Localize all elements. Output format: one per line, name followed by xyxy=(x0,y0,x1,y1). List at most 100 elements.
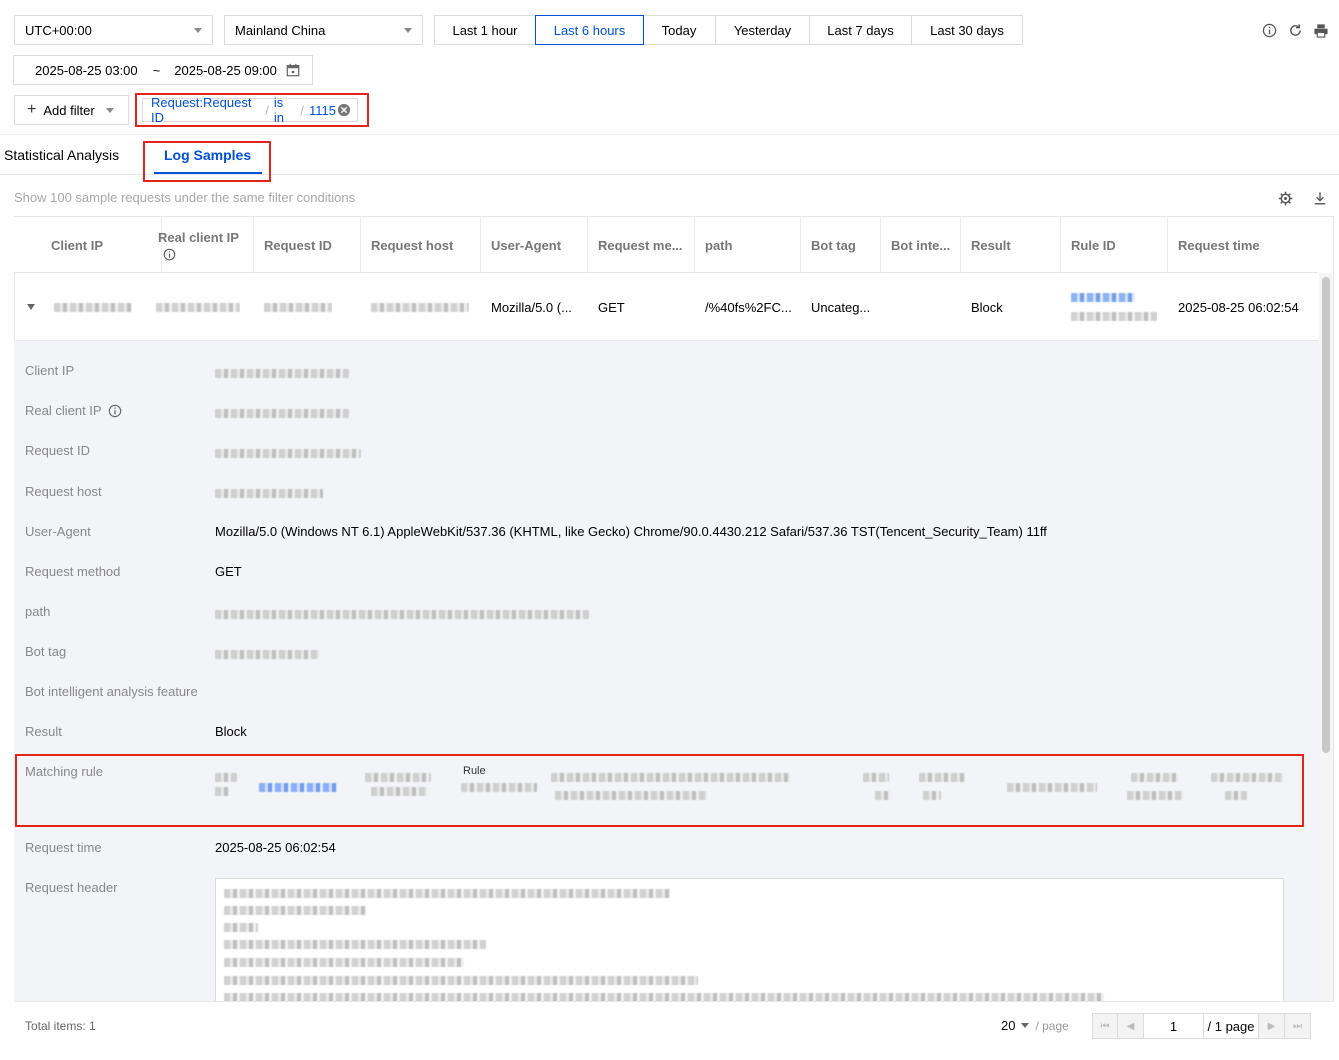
table-row[interactable]: Mozilla/5.0 (... GET /%40fs%2FC... Uncat… xyxy=(14,273,1318,341)
detail-value-request-host xyxy=(215,486,323,501)
timezone-select[interactable]: UTC+00:00 xyxy=(14,15,213,45)
filter-operator: is in xyxy=(273,95,284,125)
add-filter-button[interactable]: + Add filter xyxy=(14,95,129,125)
pagination: ⏮ ◀ 1 / 1 page ▶ ⏭ xyxy=(1092,1013,1311,1039)
download-icon[interactable] xyxy=(1312,190,1328,206)
range-yesterday[interactable]: Yesterday xyxy=(716,16,810,44)
last-page-icon[interactable]: ⏭ xyxy=(1285,1013,1311,1039)
per-page-label: / page xyxy=(1035,1018,1069,1033)
first-page-icon[interactable]: ⏮ xyxy=(1092,1013,1118,1039)
detail-value-user-agent: Mozilla/5.0 (Windows NT 6.1) AppleWebKit… xyxy=(215,524,1047,539)
tab-statistical-analysis[interactable]: Statistical Analysis xyxy=(4,147,119,163)
col-request-time[interactable]: Request time xyxy=(1168,217,1318,273)
detail-value-request-method: GET xyxy=(215,564,242,579)
tab-active-indicator xyxy=(154,172,262,174)
cell-real-client-ip xyxy=(146,273,240,341)
filter-field: Request:Request ID xyxy=(151,95,252,125)
col-bot-intelligent[interactable]: Bot inte... xyxy=(881,217,961,273)
page-size-select[interactable]: 20 / page xyxy=(1001,1018,1069,1033)
next-page-icon[interactable]: ▶ xyxy=(1259,1013,1285,1039)
tab-log-samples[interactable]: Log Samples xyxy=(164,147,251,163)
region-value: Mainland China xyxy=(235,22,326,38)
calendar-icon[interactable] xyxy=(286,63,300,77)
start-time: 2025-08-25 03:00 xyxy=(35,62,138,78)
detail-label-real-client-ip-text: Real client IP xyxy=(25,403,102,418)
filter-sep: / xyxy=(300,102,304,118)
request-header-box[interactable] xyxy=(215,878,1284,1001)
chevron-down-icon xyxy=(404,27,412,33)
range-last-1-hour[interactable]: Last 1 hour xyxy=(435,16,536,44)
detail-label-request-host: Request host xyxy=(25,484,102,499)
col-client-ip[interactable]: Client IP xyxy=(41,217,162,273)
detail-value-request-time: 2025-08-25 06:02:54 xyxy=(215,840,336,855)
cell-rule-id[interactable] xyxy=(1061,273,1157,341)
scrollbar-track[interactable] xyxy=(1319,273,1333,1001)
prev-page-icon[interactable]: ◀ xyxy=(1118,1013,1144,1039)
total-items: Total items: 1 xyxy=(25,1019,96,1033)
col-result[interactable]: Result xyxy=(961,217,1061,273)
sample-hint: Show 100 sample requests under the same … xyxy=(14,190,356,205)
col-real-client-ip[interactable]: Real client IP xyxy=(148,217,254,273)
cell-result: Block xyxy=(971,299,1003,315)
cell-bot-tag: Uncateg... xyxy=(811,299,871,315)
range-last-7-days[interactable]: Last 7 days xyxy=(810,16,912,44)
info-icon[interactable] xyxy=(1261,22,1277,38)
page-input[interactable]: 1 xyxy=(1144,1013,1204,1039)
info-icon[interactable] xyxy=(163,248,176,261)
row-detail-panel: Client IP Real client IP Request ID Requ… xyxy=(14,341,1319,1001)
scrollbar-thumb[interactable] xyxy=(1322,277,1330,753)
filter-sep: / xyxy=(265,102,269,118)
matching-rule-highlight-box xyxy=(15,754,1304,827)
detail-label-request-time: Request time xyxy=(25,840,102,855)
col-request-id[interactable]: Request ID xyxy=(254,217,361,273)
info-icon[interactable] xyxy=(108,404,122,418)
filter-value: 1115 xyxy=(309,102,336,118)
range-last-30-days[interactable]: Last 30 days xyxy=(912,16,1022,44)
detail-label-bot-tag: Bot tag xyxy=(25,644,67,659)
end-time: 2025-08-25 09:00 xyxy=(174,62,277,78)
expand-caret-icon[interactable] xyxy=(27,304,35,310)
settings-icon[interactable] xyxy=(1277,190,1293,206)
cell-user-agent: Mozilla/5.0 (... xyxy=(491,299,572,315)
table-footer: Total items: 1 20 / page ⏮ ◀ 1 / 1 page … xyxy=(14,1001,1334,1048)
chevron-down-icon xyxy=(194,27,202,33)
detail-value-path xyxy=(215,607,589,622)
page-size-value: 20 xyxy=(1001,1018,1016,1033)
detail-label-request-method: Request method xyxy=(25,564,121,579)
detail-label-client-ip: Client IP xyxy=(25,363,75,378)
close-icon[interactable] xyxy=(337,103,351,117)
range-separator: ~ xyxy=(152,62,161,78)
refresh-icon[interactable] xyxy=(1287,22,1303,38)
col-user-agent[interactable]: User-Agent xyxy=(481,217,588,273)
col-real-client-ip-label: Real client IP xyxy=(158,229,239,245)
col-rule-id[interactable]: Rule ID xyxy=(1061,217,1168,273)
col-request-host[interactable]: Request host xyxy=(361,217,481,273)
col-path[interactable]: path xyxy=(695,217,801,273)
cell-path: /%40fs%2FC... xyxy=(705,299,792,315)
range-last-6-hours[interactable]: Last 6 hours xyxy=(535,15,644,45)
detail-label-path: path xyxy=(25,604,51,619)
print-icon[interactable] xyxy=(1313,22,1329,38)
cell-request-id xyxy=(254,273,332,341)
detail-value-request-id xyxy=(215,446,361,461)
detail-label-bot-feature: Bot intelligent analysis feature xyxy=(25,684,198,699)
date-range-picker[interactable]: 2025-08-25 03:00 ~ 2025-08-25 09:00 xyxy=(13,55,313,85)
col-request-method[interactable]: Request me... xyxy=(588,217,695,273)
region-select[interactable]: Mainland China xyxy=(224,15,423,45)
range-today[interactable]: Today xyxy=(643,16,716,44)
col-bot-tag[interactable]: Bot tag xyxy=(801,217,881,273)
filter-tag[interactable]: Request:Request ID / is in / 1115 xyxy=(142,95,358,125)
add-filter-label: Add filter xyxy=(43,102,95,118)
cell-request-method: GET xyxy=(598,299,625,315)
table-header: Client IP Real client IP Request ID Requ… xyxy=(14,216,1318,273)
detail-label-request-header: Request header xyxy=(25,880,118,895)
detail-label-result: Result xyxy=(25,724,62,739)
timezone-value: UTC+00:00 xyxy=(25,22,92,38)
divider xyxy=(0,134,1339,135)
plus-icon: + xyxy=(27,101,37,118)
detail-label-request-id: Request ID xyxy=(25,443,91,458)
detail-value-bot-tag xyxy=(215,647,319,662)
page-total: / 1 page xyxy=(1204,1013,1259,1039)
chevron-down-icon xyxy=(1021,1023,1030,1028)
detail-label-user-agent: User-Agent xyxy=(25,524,91,539)
